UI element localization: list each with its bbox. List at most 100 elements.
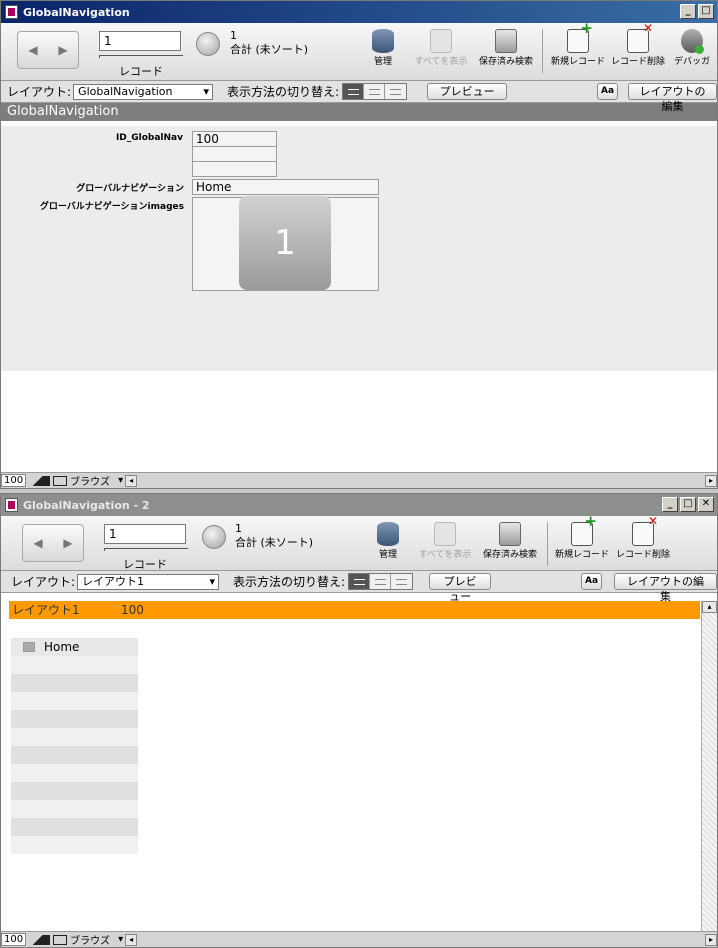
layout-label: レイアウト: bbox=[7, 85, 72, 99]
list-item[interactable] bbox=[11, 764, 138, 782]
layout-header: レイアウト1 100 bbox=[9, 601, 700, 619]
manage-label: 管理 bbox=[373, 57, 392, 67]
list-item[interactable] bbox=[11, 836, 138, 854]
debugger-button[interactable]: デバッガ bbox=[661, 29, 717, 68]
app-icon bbox=[5, 5, 18, 19]
id-globalnav-field[interactable]: 100 bbox=[192, 131, 277, 147]
image-thumbnail[interactable]: 1 bbox=[239, 196, 331, 290]
text-format-button[interactable]: Aa bbox=[581, 573, 603, 590]
toolbar-separator bbox=[542, 29, 543, 73]
form-view-icon[interactable] bbox=[349, 574, 371, 589]
minimize-button[interactable]: _ bbox=[662, 497, 678, 512]
title-bar[interactable]: GlobalNavigation _ □ bbox=[1, 1, 717, 23]
zoom-mountains-icon[interactable] bbox=[28, 475, 51, 486]
id-globalnav-label: ID_GlobalNav bbox=[115, 133, 183, 143]
mode-select[interactable]: ブラウズ bbox=[70, 932, 110, 947]
maximize-button[interactable]: □ bbox=[698, 4, 714, 19]
delete-record-button[interactable]: レコード削除 bbox=[612, 515, 674, 561]
show-all-button[interactable]: すべてを表示 bbox=[410, 29, 472, 68]
scroll-right-arrow-icon[interactable]: ▸ bbox=[705, 933, 717, 946]
list-item[interactable] bbox=[11, 710, 138, 728]
list-item[interactable] bbox=[11, 782, 138, 800]
toolbar-separator bbox=[547, 522, 548, 566]
id-globalnav-field-row2[interactable] bbox=[192, 146, 277, 162]
show-all-button[interactable]: すべてを表示 bbox=[414, 522, 476, 561]
maximize-button[interactable]: □ bbox=[680, 497, 696, 512]
list-item[interactable] bbox=[11, 656, 138, 674]
scroll-up-arrow-icon[interactable]: ▴ bbox=[702, 601, 717, 613]
table-view-icon[interactable] bbox=[385, 84, 407, 99]
list-item[interactable] bbox=[11, 818, 138, 836]
mode-dropdown-icon[interactable]: ▾ bbox=[118, 475, 123, 486]
new-record-button[interactable]: 新規レコード bbox=[551, 515, 613, 561]
new-record-label: 新規レコード bbox=[550, 57, 605, 67]
layout-header-value: 100 bbox=[121, 603, 144, 617]
previous-record-icon[interactable]: ◀ bbox=[33, 536, 42, 550]
minimize-button[interactable]: _ bbox=[680, 4, 696, 19]
preview-button[interactable]: プレビュー bbox=[427, 83, 508, 100]
preview-button[interactable]: プレビュー bbox=[429, 573, 492, 603]
app-icon bbox=[5, 498, 18, 512]
scroll-right-arrow-icon[interactable]: ▸ bbox=[705, 474, 717, 487]
saved-finds-button[interactable]: 保存済み検索 bbox=[475, 29, 537, 68]
list-item-label: Home bbox=[44, 640, 80, 654]
form-view-icon[interactable] bbox=[343, 84, 365, 99]
debugger-bug-icon bbox=[681, 29, 704, 54]
record-number-input[interactable] bbox=[104, 524, 186, 544]
show-all-label: すべてを表示 bbox=[418, 550, 472, 560]
debugger-label: デバッガ bbox=[673, 57, 710, 67]
found-set-pie-icon bbox=[196, 32, 220, 56]
id-globalnav-field-row3[interactable] bbox=[192, 161, 277, 177]
mode-select[interactable]: ブラウズ bbox=[70, 473, 110, 488]
scroll-left-arrow-icon[interactable]: ◂ bbox=[125, 474, 138, 487]
mode-dropdown-icon[interactable]: ▾ bbox=[118, 934, 123, 945]
zoom-level[interactable]: 100 bbox=[1, 933, 27, 946]
status-area-toggle-icon[interactable] bbox=[53, 934, 68, 945]
layout-select[interactable]: レイアウト1 bbox=[77, 573, 220, 590]
new-record-button[interactable]: 新規レコード bbox=[547, 22, 609, 68]
window-title: GlobalNavigation bbox=[23, 5, 130, 19]
zoom-mountains-icon[interactable] bbox=[28, 934, 51, 945]
list-item[interactable] bbox=[11, 728, 138, 746]
record-book-control[interactable]: ◀ ▶ bbox=[17, 31, 79, 69]
list-item[interactable] bbox=[11, 746, 138, 764]
list-view-icon[interactable] bbox=[370, 574, 392, 589]
global-navigation-field[interactable]: Home bbox=[192, 179, 379, 195]
previous-record-icon[interactable]: ◀ bbox=[28, 43, 37, 57]
text-format-button[interactable]: Aa bbox=[597, 83, 619, 100]
list-item[interactable]: Home bbox=[11, 638, 138, 656]
database-icon bbox=[377, 522, 399, 546]
layout-header-title: レイアウト1 bbox=[12, 603, 80, 617]
record-slider[interactable] bbox=[104, 548, 188, 551]
portal-list: Home bbox=[11, 638, 138, 854]
saved-finds-button[interactable]: 保存済み検索 bbox=[479, 522, 541, 561]
table-view-icon[interactable] bbox=[391, 574, 413, 589]
view-as-switch bbox=[342, 83, 408, 100]
list-item[interactable] bbox=[11, 800, 138, 818]
next-record-icon[interactable]: ▶ bbox=[63, 536, 72, 550]
global-navigation-images-label: グローバルナビゲーションimages bbox=[39, 202, 184, 212]
zoom-level[interactable]: 100 bbox=[1, 474, 27, 487]
status-area-toggle-icon[interactable] bbox=[53, 475, 68, 486]
record-book-control[interactable]: ◀ ▶ bbox=[22, 524, 84, 562]
manage-button[interactable]: 管理 bbox=[352, 29, 414, 68]
close-button[interactable]: ✕ bbox=[698, 497, 714, 512]
record-slider[interactable] bbox=[99, 55, 183, 58]
saved-finds-label: 保存済み検索 bbox=[478, 57, 533, 67]
list-view-icon[interactable] bbox=[364, 84, 386, 99]
vertical-scrollbar[interactable]: ▴ bbox=[701, 601, 717, 937]
edit-layout-button[interactable]: レイアウトの編集 bbox=[614, 573, 717, 603]
scroll-left-arrow-icon[interactable]: ◂ bbox=[125, 933, 138, 946]
edit-layout-button[interactable]: レイアウトの編集 bbox=[628, 83, 717, 113]
manage-button[interactable]: 管理 bbox=[357, 522, 419, 561]
delete-record-icon bbox=[632, 515, 658, 546]
record-number-input[interactable] bbox=[99, 31, 181, 51]
new-record-icon bbox=[571, 515, 597, 546]
title-bar[interactable]: GlobalNavigation - 2 _ □ ✕ bbox=[1, 494, 717, 516]
next-record-icon[interactable]: ▶ bbox=[58, 43, 67, 57]
list-item[interactable] bbox=[11, 674, 138, 692]
layout-select[interactable]: GlobalNavigation bbox=[73, 83, 214, 100]
list-item[interactable] bbox=[11, 692, 138, 710]
delete-record-button[interactable]: レコード削除 bbox=[607, 22, 669, 68]
found-set-pie-icon bbox=[202, 525, 226, 549]
